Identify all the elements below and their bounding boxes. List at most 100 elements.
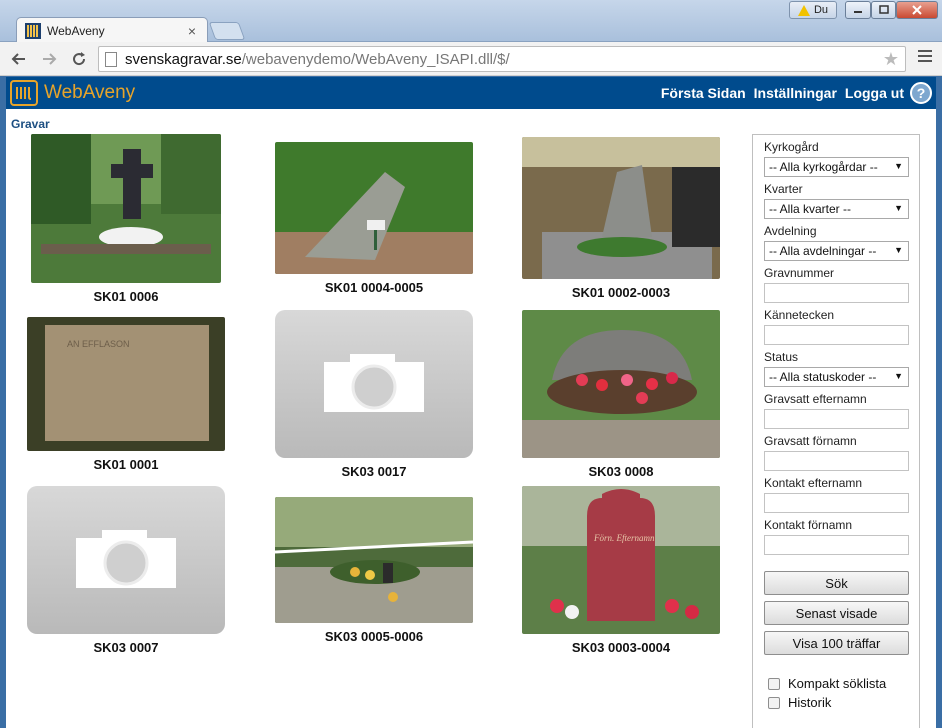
grave-photo[interactable]: Förn. Efternamn [522, 486, 720, 634]
close-icon [912, 5, 922, 15]
page-icon [105, 51, 117, 67]
help-icon[interactable]: ? [910, 82, 932, 104]
grave-photo[interactable] [275, 142, 473, 274]
grave-label[interactable]: SK03 0017 [274, 464, 474, 479]
nav-forsta-sidan[interactable]: Första Sidan [661, 85, 746, 101]
gravsatt-fornamn-input[interactable] [764, 451, 909, 471]
grave-card[interactable]: SK01 0002-0003 [521, 137, 721, 300]
grave-label[interactable]: SK03 0003-0004 [521, 640, 721, 655]
forward-button[interactable] [38, 48, 60, 70]
avdelning-select[interactable]: -- Alla avdelningar -- ▼ [764, 241, 909, 261]
kyrkogard-value: -- Alla kyrkogårdar -- [769, 160, 878, 174]
grave-card[interactable]: SK01 0006 [26, 134, 226, 304]
svg-text:Förn. Efternamn: Förn. Efternamn [593, 533, 655, 543]
nav-installningar[interactable]: Inställningar [754, 85, 837, 101]
grave-card[interactable]: SK03 0007 [26, 486, 226, 655]
close-window-button[interactable] [896, 1, 938, 19]
nav-logga-ut[interactable]: Logga ut [845, 85, 904, 101]
grave-photo[interactable] [31, 134, 221, 283]
avdelning-value: -- Alla avdelningar -- [769, 244, 877, 258]
historik-checkbox[interactable] [768, 696, 780, 709]
grave-card[interactable]: SK03 0005-0006 [274, 497, 474, 644]
dropdown-arrow-icon: ▼ [894, 161, 903, 171]
user-badge[interactable]: Du [789, 1, 837, 19]
avdelning-label: Avdelning [764, 224, 817, 238]
back-arrow-icon [11, 52, 25, 65]
dropdown-arrow-icon: ▼ [894, 245, 903, 255]
new-tab-button[interactable] [208, 22, 246, 40]
gravsatt-efternamn-input[interactable] [764, 409, 909, 429]
recently-viewed-button[interactable]: Senast visade [764, 601, 909, 625]
historik-checkbox-row[interactable]: Historik [768, 695, 831, 710]
grave-label[interactable]: SK03 0005-0006 [274, 629, 474, 644]
kyrkogard-select[interactable]: -- Alla kyrkogårdar -- ▼ [764, 157, 909, 177]
kompakt-checkbox[interactable] [768, 677, 780, 690]
kvarter-select[interactable]: -- Alla kvarter -- ▼ [764, 199, 909, 219]
address-bar[interactable]: svenskagravar.se /webavenydemo/WebAveny_… [98, 46, 906, 72]
kontakt-fornamn-input[interactable] [764, 535, 909, 555]
reload-icon [73, 51, 86, 65]
back-button[interactable] [8, 48, 30, 70]
grave-label[interactable]: SK01 0004-0005 [274, 280, 474, 295]
historik-label: Historik [788, 695, 832, 710]
grave-image-placeholder[interactable] [275, 310, 473, 458]
grave-photo[interactable] [275, 497, 473, 623]
reload-button[interactable] [68, 48, 90, 70]
tab-close-icon[interactable]: × [185, 23, 199, 39]
minimize-icon [854, 11, 862, 13]
user-badge-label: Du [813, 4, 829, 16]
browser-menu-icon[interactable] [918, 50, 932, 66]
kvarter-label: Kvarter [764, 182, 803, 196]
grave-card[interactable]: SK01 0004-0005 [274, 142, 474, 295]
kyrkogard-label: Kyrkogård [764, 140, 819, 154]
grave-label[interactable]: SK01 0001 [26, 457, 226, 472]
grave-label[interactable]: SK01 0002-0003 [521, 285, 721, 300]
status-value: -- Alla statuskoder -- [769, 370, 877, 384]
grave-card[interactable]: AN EFFLASON SK01 0001 [26, 317, 226, 472]
header-nav: Första Sidan Inställningar Logga ut [661, 85, 904, 101]
camera-icon [324, 354, 424, 412]
browser-tab[interactable]: WebAveny × [16, 17, 208, 43]
kompakt-checkbox-row[interactable]: Kompakt söklista [768, 676, 886, 691]
minimize-button[interactable] [845, 1, 871, 19]
grave-photo[interactable]: AN EFFLASON [27, 317, 225, 451]
app-header: WebAveny Första Sidan Inställningar Logg… [6, 77, 936, 109]
url-host: svenskagravar.se [125, 50, 242, 68]
warning-icon [797, 4, 810, 16]
webaveny-favicon-icon [25, 22, 41, 39]
kompakt-label: Kompakt söklista [788, 676, 887, 691]
grave-photo[interactable] [522, 310, 720, 458]
kvarter-value: -- Alla kvarter -- [769, 202, 852, 216]
gravnummer-label: Gravnummer [764, 266, 835, 280]
forward-arrow-icon [43, 52, 57, 65]
grave-image-placeholder[interactable] [27, 486, 225, 634]
dropdown-arrow-icon: ▼ [894, 203, 903, 213]
grave-label[interactable]: SK01 0006 [26, 289, 226, 304]
svg-text:AN EFFLASON: AN EFFLASON [67, 339, 130, 349]
grave-card[interactable]: Förn. Efternamn SK03 0003-0004 [521, 486, 721, 655]
maximize-button[interactable] [871, 1, 896, 19]
grave-label[interactable]: SK03 0007 [26, 640, 226, 655]
bookmark-star-icon[interactable]: ★ [883, 49, 899, 70]
webaveny-logo-icon [10, 80, 38, 106]
kannetecken-input[interactable] [764, 325, 909, 345]
grave-label[interactable]: SK03 0008 [521, 464, 721, 479]
search-panel: Kyrkogård -- Alla kyrkogårdar -- ▼ Kvart… [752, 134, 920, 728]
tab-title: WebAveny [47, 23, 105, 38]
gravnummer-input[interactable] [764, 283, 909, 303]
browser-titlebar: WebAveny × Du [0, 0, 942, 43]
kontakt-fornamn-label: Kontakt förnamn [764, 518, 853, 532]
gravsatt-efternamn-label: Gravsatt efternamn [764, 392, 867, 406]
grave-card[interactable]: SK03 0008 [521, 310, 721, 479]
gravsatt-fornamn-label: Gravsatt förnamn [764, 434, 857, 448]
status-label: Status [764, 350, 799, 364]
show-100-button[interactable]: Visa 100 träffar [764, 631, 909, 655]
main-content: Gravar SK01 0006 SK01 0004-0005 SK01 000… [6, 109, 936, 728]
url-path: /webavenydemo/WebAveny_ISAPI.dll/$/ [241, 50, 510, 68]
section-title[interactable]: Gravar [11, 117, 50, 131]
grave-photo[interactable] [522, 137, 720, 279]
kontakt-efternamn-input[interactable] [764, 493, 909, 513]
search-button[interactable]: Sök [764, 571, 909, 595]
grave-card[interactable]: SK03 0017 [274, 310, 474, 479]
status-select[interactable]: -- Alla statuskoder -- ▼ [764, 367, 909, 387]
